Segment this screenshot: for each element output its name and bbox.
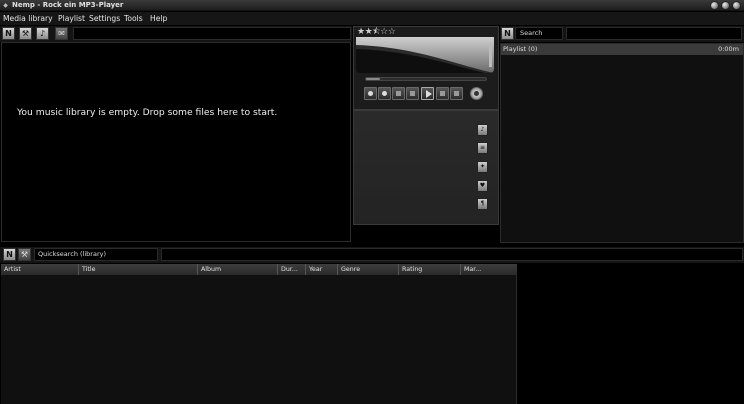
column-artist[interactable]: Artist [1,264,78,275]
playlist-n-button[interactable]: N [501,27,514,40]
playlist-search-label[interactable]: Search [515,27,563,40]
column-marker[interactable]: Mar... [460,264,488,275]
cover-art-panel [518,264,744,404]
menu-settings[interactable]: Settings [89,12,120,25]
menu-help[interactable]: Help [150,12,167,25]
playlist-name: Playlist (0) [503,45,538,53]
pause-button[interactable] [406,87,419,100]
media-library-panel[interactable]: You music library is empty. Drop some fi… [1,42,351,242]
app-icon: ◆ [3,2,8,9]
effects-icon[interactable]: ≡ [477,142,488,154]
equalizer-icon[interactable]: ♪ [477,124,488,136]
lyrics-icon[interactable]: ¶ [477,198,488,210]
birthday-icon[interactable]: ✦ [477,161,488,173]
quicksearch-input[interactable] [161,248,743,261]
menu-bar: Media library Playlist Settings Tools He… [0,12,744,25]
stop-button[interactable] [378,87,391,100]
close-button[interactable] [732,1,741,10]
shuffle-button[interactable] [450,87,463,100]
next-button[interactable] [436,87,449,100]
maximize-button[interactable] [721,1,730,10]
mail-icon[interactable]: ✉ [55,27,68,40]
menu-media-library[interactable]: Media library [3,12,53,25]
playlist-search-input[interactable] [566,27,742,40]
title-bar: ◆ Nemp - Rock ein MP3-Player [0,0,744,11]
rating-stars[interactable]: ★★⯪☆☆ [357,27,396,38]
column-duration[interactable]: Dur... [277,264,305,275]
library-n-button[interactable]: N [2,27,15,40]
playlist-panel[interactable]: Playlist (0) 0:00m [500,43,744,243]
menu-playlist[interactable]: Playlist [58,12,85,25]
player-panel: ★★⯪☆☆ [353,26,499,110]
column-rating[interactable]: Rating [398,264,460,275]
playlist-row[interactable]: Playlist (0) 0:00m [501,44,743,55]
progress-bar[interactable] [365,77,487,81]
minimize-button[interactable] [710,1,719,10]
window-title: Nemp - Rock ein MP3-Player [12,1,124,9]
player-display [356,37,494,73]
repeat-icon[interactable] [470,87,483,100]
column-year[interactable]: Year [305,264,337,275]
wrench-icon[interactable]: ⚒ [19,27,32,40]
menu-tools[interactable]: Tools [124,12,143,25]
heart-icon[interactable]: ♥ [477,180,488,192]
library-table[interactable]: Artist Title Album Dur... Year Genre Rat… [1,264,517,404]
column-genre[interactable]: Genre [337,264,398,275]
library-search-input[interactable] [73,27,351,40]
prev-button[interactable] [392,87,405,100]
record-button[interactable] [364,87,377,100]
player-display-graphic [356,37,494,73]
table-header: Artist Title Album Dur... Year Genre Rat… [1,264,517,275]
library-empty-message: You music library is empty. Drop some fi… [17,107,278,118]
column-title[interactable]: Title [78,264,197,275]
play-button[interactable] [421,87,434,100]
effects-panel: ♪ ≡ ✦ ♥ ¶ [353,110,499,225]
quicksearch-n-button[interactable]: N [3,248,16,261]
playlist-duration: 0:00m [718,45,739,53]
progress-fill [366,78,381,80]
quicksearch-label[interactable]: Quicksearch (library) [34,248,158,261]
column-album[interactable]: Album [197,264,277,275]
wrench-icon[interactable]: ⚒ [18,248,31,261]
music-note-icon[interactable]: ♪ [36,27,49,40]
